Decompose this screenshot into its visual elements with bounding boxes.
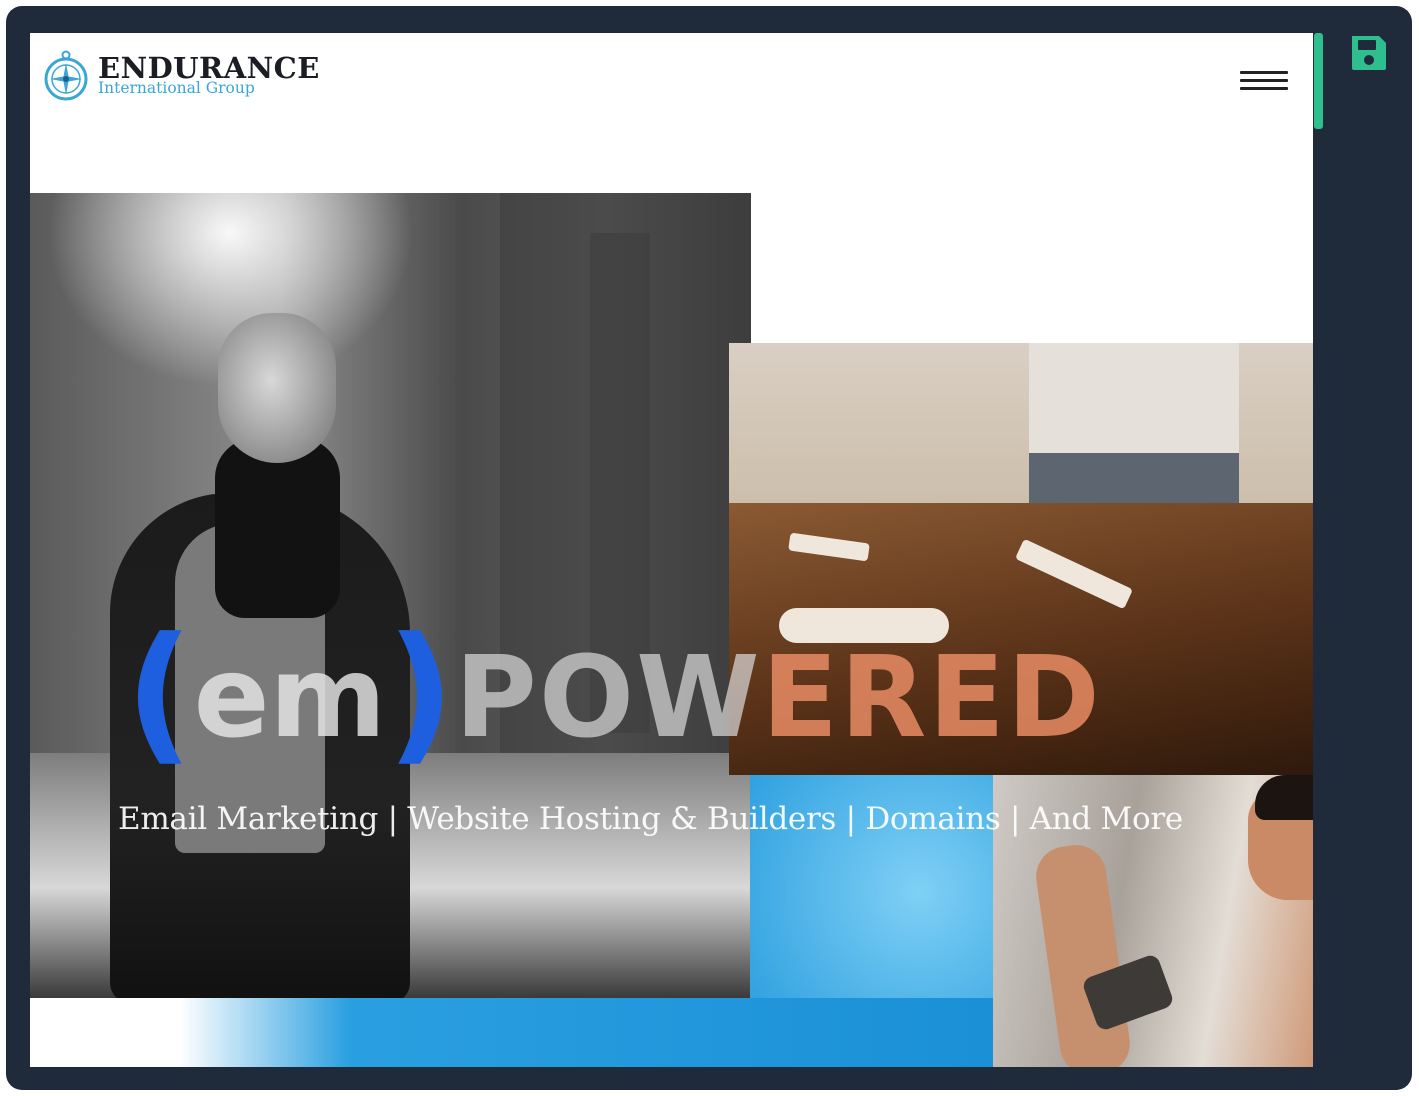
scrollbar-thumb[interactable] [1314, 33, 1323, 129]
hero-headline: ( em ) POWERED [125, 618, 1102, 773]
headline-em: em [193, 633, 387, 763]
menu-button[interactable] [1240, 71, 1288, 93]
headline-powered: POWERED [455, 642, 1102, 754]
headline-powered-part1: POW [454, 633, 762, 763]
watercolor-splash-strip [180, 998, 1030, 1067]
floppy-disk-icon [1352, 36, 1386, 70]
site-logo[interactable]: ENDURANCE International Group [44, 47, 320, 103]
hamburger-icon [1240, 71, 1288, 90]
compass-icon [44, 50, 88, 101]
headline-powered-part2: ERED [761, 633, 1102, 763]
hero-tagline: Email Marketing | Website Hosting & Buil… [118, 801, 1183, 837]
paren-close: ) [386, 606, 455, 780]
website-viewport: ENDURANCE International Group ( em ) POW… [30, 33, 1313, 1067]
scrollbar[interactable] [1313, 33, 1323, 1067]
paren-open: ( [125, 606, 194, 780]
save-button[interactable] [1346, 30, 1392, 76]
street-photo [30, 193, 751, 998]
